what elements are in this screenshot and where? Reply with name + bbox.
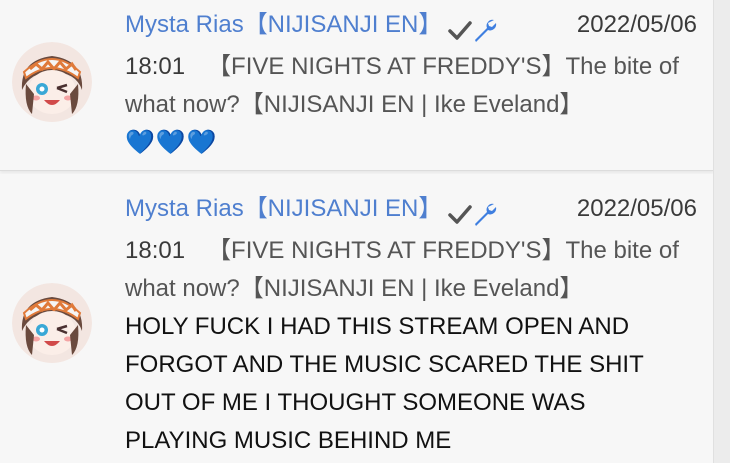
wrench-icon xyxy=(475,19,497,42)
comment-time: 18:01 xyxy=(125,237,186,264)
comment-meta-line: 18:01 【FIVE NIGHTS AT FREDDY'S】The bite o… xyxy=(125,48,697,86)
comment-message-line: HOLY FUCK I HAD THIS STREAM OPEN AND xyxy=(125,313,630,340)
comment-item: Mysta Rias【NIJISANJI EN】 2022/05/06 18:01… xyxy=(0,174,714,463)
comment-header: Mysta Rias【NIJISANJI EN】 2022/05/06 xyxy=(125,190,697,232)
comment-meta-line: 18:01 【FIVE NIGHTS AT FREDDY'S】The bite o… xyxy=(125,232,697,270)
comment-body: Mysta Rias【NIJISANJI EN】 2022/05/06 18:01… xyxy=(125,190,697,460)
author-affiliation: 【NIJISANJI EN】 xyxy=(243,195,443,222)
comment-feed: Mysta Rias【NIJISANJI EN】 2022/05/06 18:01… xyxy=(0,0,730,463)
video-title-continued[interactable]: what now?【NIJISANJI EN | Ike Eveland】 xyxy=(125,270,697,308)
avatar[interactable] xyxy=(12,42,92,122)
checkmark-icon xyxy=(448,204,473,224)
comment-item: Mysta Rias【NIJISANJI EN】 2022/05/06 18:01… xyxy=(0,0,714,171)
avatar[interactable] xyxy=(12,283,92,363)
checkmark-icon xyxy=(448,20,473,40)
author-name[interactable]: Mysta Rias xyxy=(125,195,244,222)
comment-body: Mysta Rias【NIJISANJI EN】 2022/05/06 18:01… xyxy=(125,6,697,162)
author-name[interactable]: Mysta Rias xyxy=(125,11,244,38)
wrench-icon xyxy=(475,203,497,226)
video-title-continued[interactable]: what now?【NIJISANJI EN | Ike Eveland】 xyxy=(125,86,697,124)
comment-date: 2022/05/06 xyxy=(576,11,697,38)
badge-group xyxy=(448,10,498,48)
badge-group xyxy=(448,194,498,232)
comment-header: Mysta Rias【NIJISANJI EN】 2022/05/06 xyxy=(125,6,697,48)
comment-message: 💙💙💙 xyxy=(125,129,218,156)
comment-message-line: PLAYING MUSIC BEHIND ME xyxy=(125,427,452,454)
video-title-link[interactable]: 【FIVE NIGHTS AT FREDDY'S】The bite of xyxy=(207,53,679,80)
video-title-link[interactable]: 【FIVE NIGHTS AT FREDDY'S】The bite of xyxy=(207,237,679,264)
author-affiliation: 【NIJISANJI EN】 xyxy=(243,11,443,38)
comment-message-line: FORGOT AND THE MUSIC SCARED THE SHIT xyxy=(125,351,644,378)
comment-time: 18:01 xyxy=(125,53,186,80)
comment-message-line: OUT OF ME I THOUGHT SOMEONE WAS xyxy=(125,389,586,416)
comment-date: 2022/05/06 xyxy=(576,195,697,222)
scrollbar[interactable] xyxy=(713,0,730,463)
